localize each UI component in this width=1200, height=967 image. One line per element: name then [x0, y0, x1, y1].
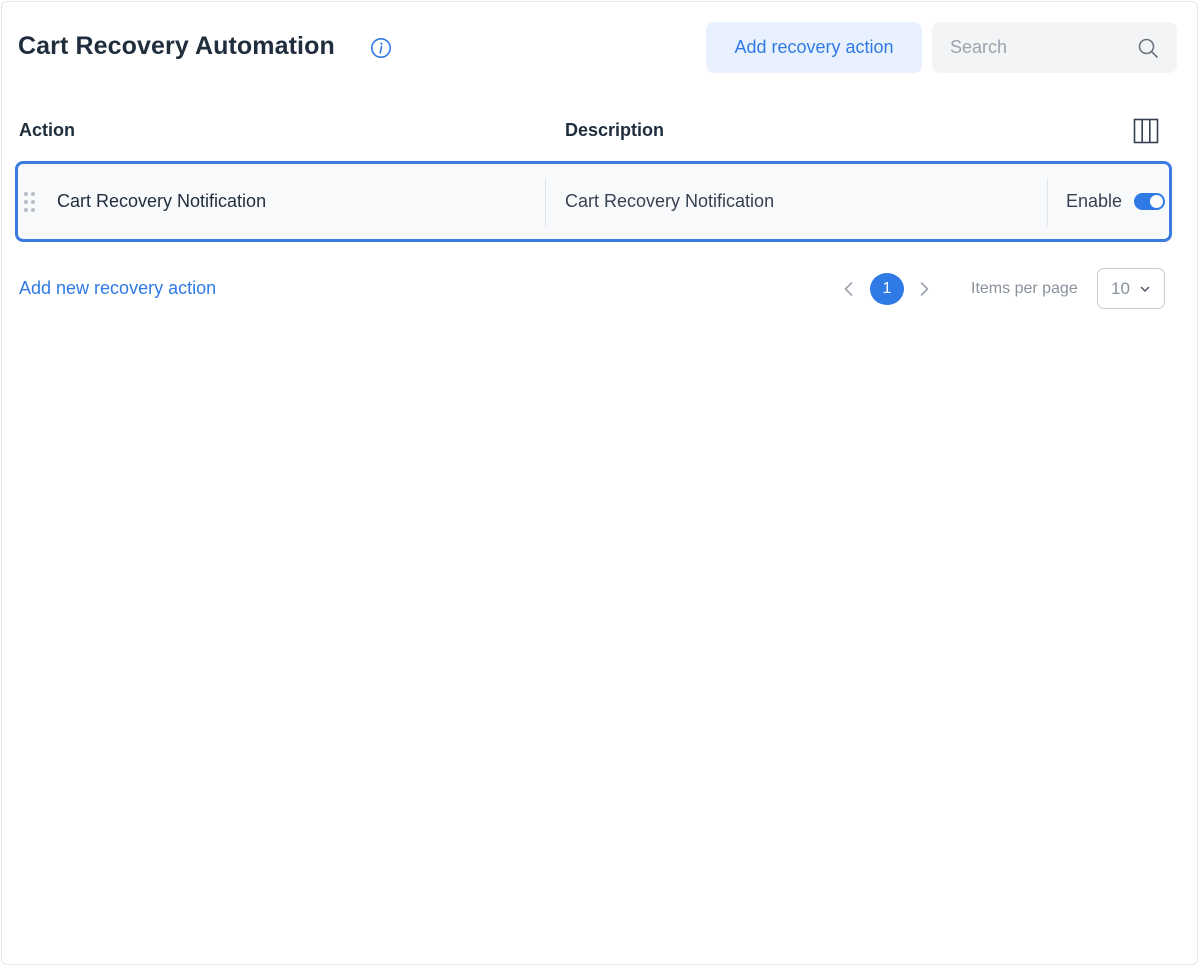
- info-icon[interactable]: [370, 37, 392, 59]
- chevron-down-icon: [1140, 286, 1150, 292]
- page-title: Cart Recovery Automation: [18, 32, 335, 60]
- column-divider: [545, 178, 546, 226]
- pagination-page-current[interactable]: 1: [870, 273, 904, 305]
- table-row[interactable]: Cart Recovery Notification Cart Recovery…: [15, 161, 1172, 242]
- items-per-page-select[interactable]: 10: [1097, 268, 1165, 309]
- add-new-recovery-action-link[interactable]: Add new recovery action: [19, 278, 216, 299]
- add-recovery-action-button[interactable]: Add recovery action: [706, 22, 922, 73]
- search-icon[interactable]: [1136, 36, 1160, 60]
- items-per-page-label: Items per page: [971, 280, 1078, 297]
- toggle-knob: [1150, 195, 1163, 208]
- drag-handle-icon[interactable]: [24, 192, 38, 214]
- chevron-right-icon[interactable]: [915, 280, 933, 298]
- columns-icon[interactable]: [1132, 117, 1160, 145]
- recovery-card: Cart Recovery Automation Add recovery ac…: [1, 1, 1198, 965]
- column-divider: [1047, 178, 1048, 226]
- enable-label: Enable: [1066, 191, 1123, 211]
- search-box: [932, 22, 1177, 73]
- column-header-action: Action: [19, 120, 75, 140]
- items-per-page-value: 10: [1111, 279, 1130, 298]
- column-header-description: Description: [565, 120, 665, 140]
- row-description: Cart Recovery Notification: [565, 191, 775, 211]
- chevron-left-icon[interactable]: [840, 280, 858, 298]
- row-action-name: Cart Recovery Notification: [57, 191, 267, 211]
- page-header: Cart Recovery Automation Add recovery ac…: [18, 22, 1177, 74]
- search-input[interactable]: [932, 22, 1132, 73]
- enable-toggle[interactable]: [1134, 193, 1165, 210]
